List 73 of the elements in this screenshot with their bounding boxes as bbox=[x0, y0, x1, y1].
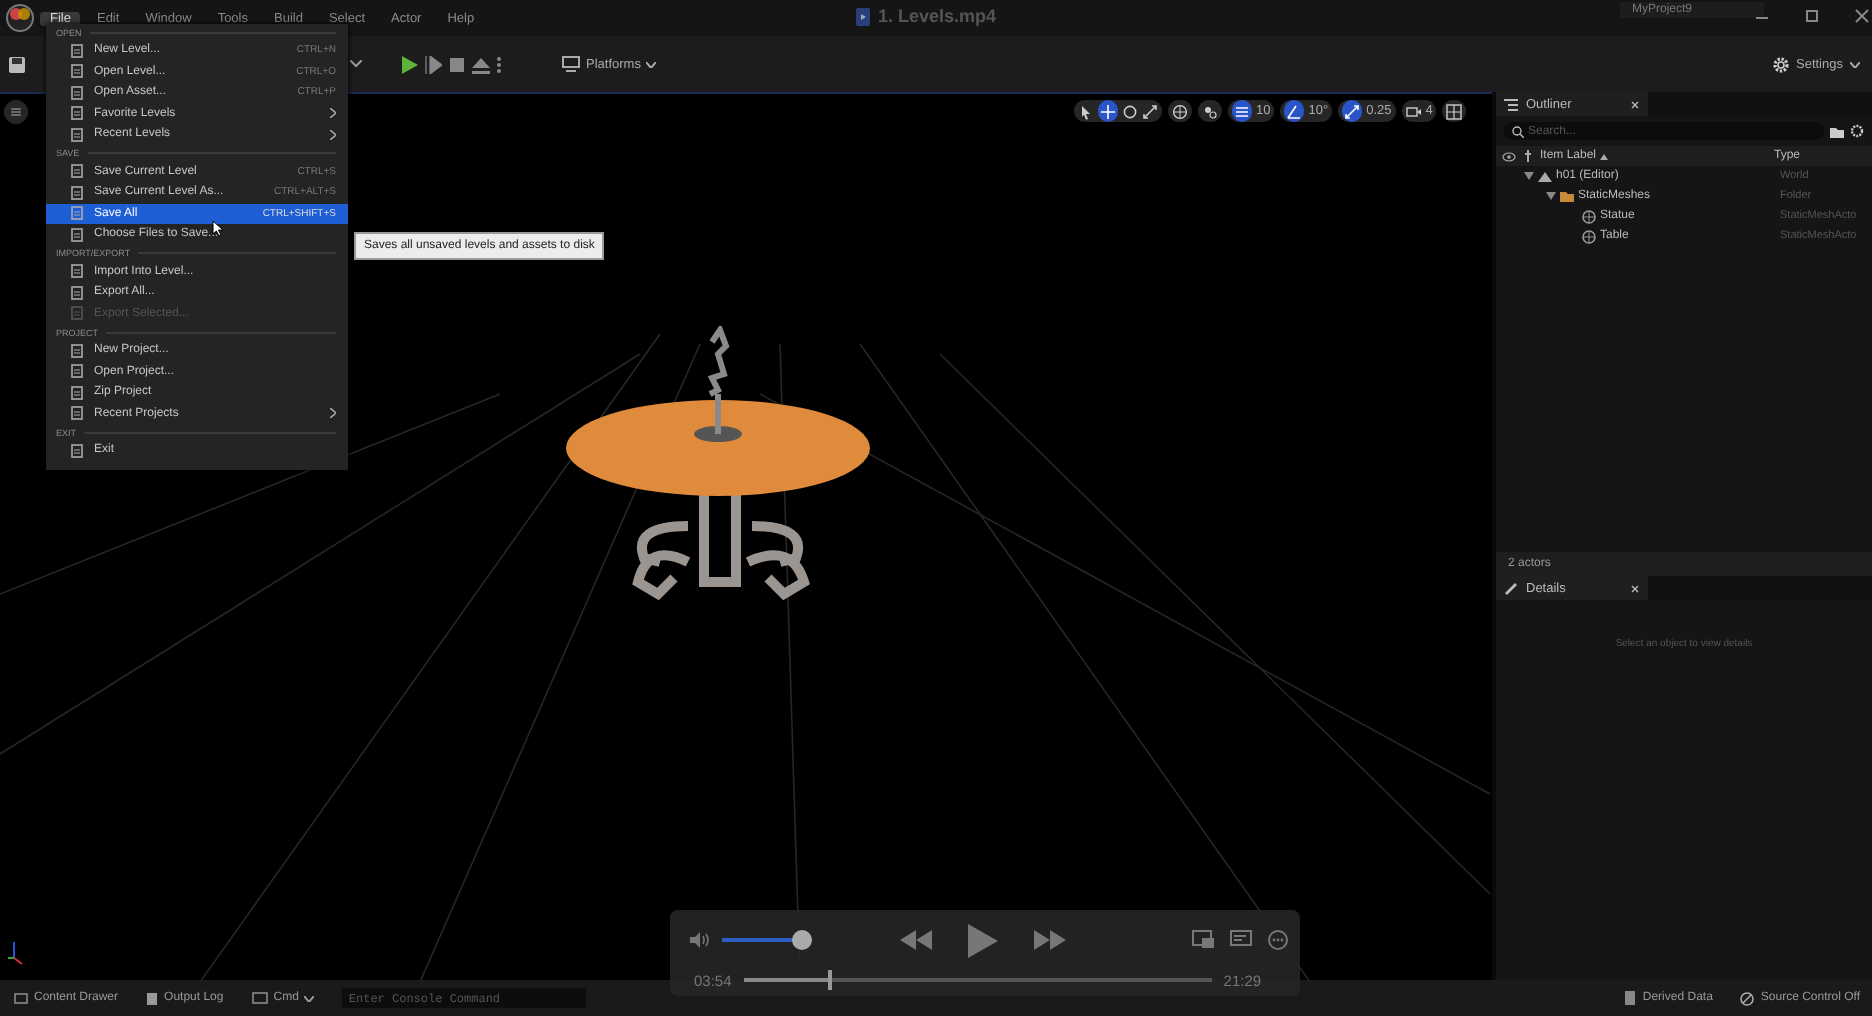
scale-icon[interactable] bbox=[1142, 103, 1158, 119]
move-icon[interactable] bbox=[1100, 103, 1116, 119]
rotate-icon[interactable] bbox=[1122, 103, 1138, 119]
pin-icon[interactable] bbox=[1524, 150, 1532, 162]
gear-icon[interactable] bbox=[1850, 124, 1864, 138]
globe-icon[interactable] bbox=[1172, 103, 1188, 119]
document-icon bbox=[70, 364, 84, 379]
document-icon bbox=[70, 64, 84, 79]
close-icon[interactable] bbox=[1630, 583, 1640, 593]
document-icon bbox=[70, 127, 84, 142]
expander-icon[interactable] bbox=[1524, 172, 1534, 180]
document-icon bbox=[70, 285, 84, 300]
folder-icon[interactable] bbox=[1830, 125, 1844, 137]
subtitles-icon[interactable] bbox=[1230, 930, 1252, 948]
mesh-icon bbox=[1582, 209, 1596, 223]
rewind-icon[interactable] bbox=[900, 930, 932, 950]
caret-icon bbox=[304, 995, 315, 1001]
document-icon bbox=[70, 343, 84, 358]
more-icon[interactable] bbox=[1268, 930, 1288, 950]
platforms-icon bbox=[562, 56, 580, 72]
folder-icon bbox=[1560, 190, 1574, 202]
close-icon[interactable] bbox=[1630, 99, 1640, 109]
document-icon bbox=[70, 264, 84, 279]
pencil-icon bbox=[1504, 581, 1518, 595]
list-icon bbox=[1504, 97, 1518, 111]
caret-icon[interactable] bbox=[350, 60, 362, 68]
stop-icon[interactable] bbox=[448, 55, 466, 73]
terminal-icon bbox=[251, 992, 268, 1004]
gear-icon bbox=[1772, 55, 1790, 73]
play-icon[interactable] bbox=[968, 923, 998, 957]
scale-snap-icon[interactable] bbox=[1344, 103, 1361, 119]
more-icon[interactable] bbox=[496, 55, 502, 73]
camera-icon[interactable] bbox=[1405, 103, 1422, 119]
document-icon bbox=[70, 385, 84, 400]
video-file-icon bbox=[856, 7, 870, 25]
eye-icon[interactable] bbox=[1502, 151, 1516, 161]
window-title: 1. Levels.mp4 bbox=[878, 6, 997, 26]
layout-icon[interactable] bbox=[1446, 103, 1463, 119]
document-icon bbox=[70, 106, 84, 121]
document-icon bbox=[70, 85, 84, 100]
eject-icon[interactable] bbox=[472, 55, 490, 73]
document-icon bbox=[70, 206, 84, 221]
disabled-icon bbox=[1740, 991, 1755, 1005]
world-icon bbox=[1538, 170, 1552, 182]
drawer-icon bbox=[14, 992, 28, 1004]
caret-icon bbox=[646, 61, 657, 67]
engine-logo-icon[interactable] bbox=[6, 4, 34, 32]
document-icon bbox=[70, 43, 84, 58]
caret-icon bbox=[1849, 61, 1859, 67]
surface-snap-icon[interactable] bbox=[1202, 103, 1218, 119]
step-icon[interactable] bbox=[424, 55, 442, 73]
play-icon[interactable] bbox=[400, 55, 418, 73]
close-icon[interactable] bbox=[1854, 8, 1870, 24]
fast-forward-icon[interactable] bbox=[1034, 930, 1066, 950]
picture-in-picture-icon[interactable] bbox=[1192, 930, 1214, 948]
document-icon bbox=[70, 306, 84, 321]
document-icon bbox=[70, 443, 84, 458]
sort-arrow-icon bbox=[1600, 153, 1609, 159]
document-icon bbox=[70, 227, 84, 242]
grid-snap-icon[interactable] bbox=[1234, 103, 1250, 119]
maximize-icon[interactable] bbox=[1804, 8, 1820, 24]
document-icon bbox=[70, 164, 84, 179]
database-icon bbox=[1624, 990, 1637, 1006]
document-icon bbox=[70, 185, 84, 200]
expander-icon[interactable] bbox=[1546, 192, 1556, 200]
select-arrow-icon[interactable] bbox=[1078, 103, 1094, 119]
save-icon[interactable] bbox=[8, 55, 26, 73]
log-icon bbox=[146, 991, 159, 1005]
document-icon bbox=[70, 406, 84, 421]
search-icon bbox=[1512, 125, 1524, 137]
angle-snap-icon[interactable] bbox=[1286, 103, 1303, 119]
speaker-icon[interactable] bbox=[690, 932, 710, 948]
mesh-icon bbox=[1582, 229, 1596, 243]
